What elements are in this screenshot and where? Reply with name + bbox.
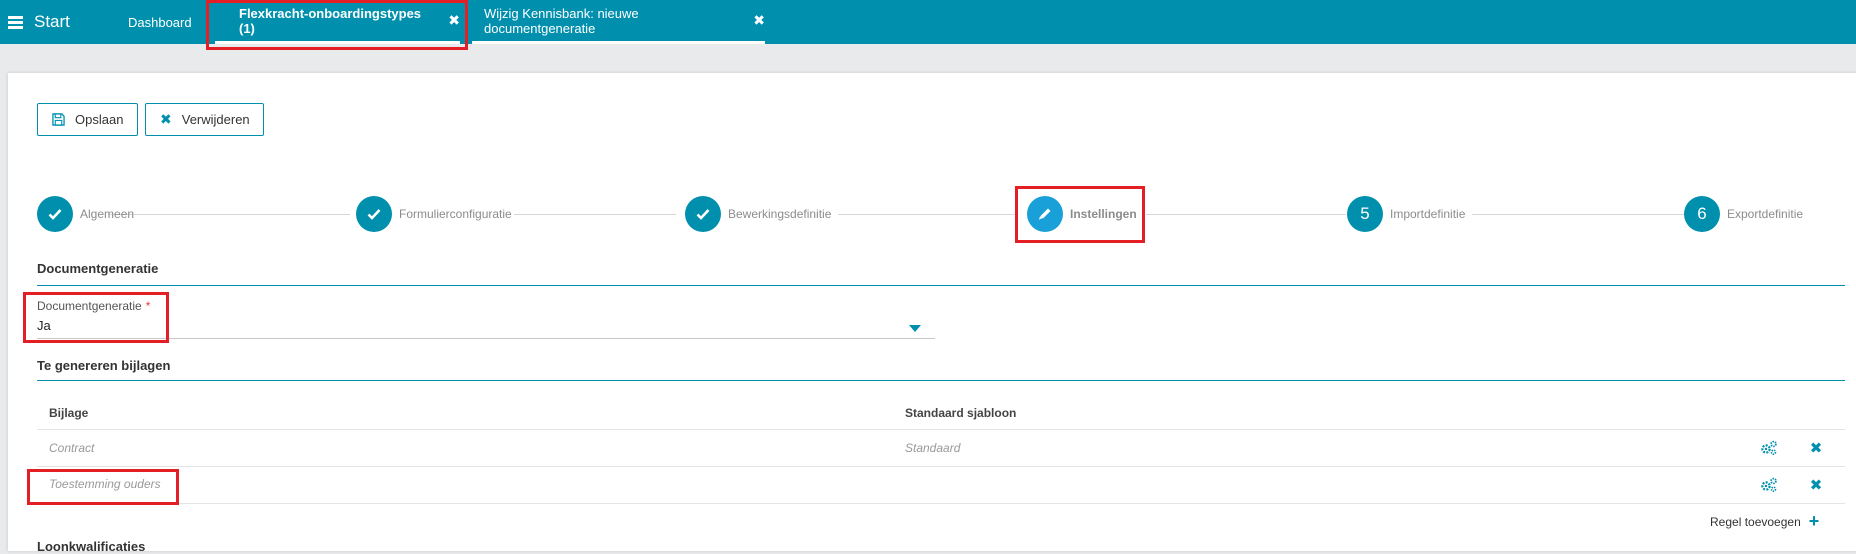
tab-flexkracht-onboardingstypes[interactable]: Flexkracht-onboardingstypes (1) ✖: [215, 0, 460, 44]
chevron-down-icon[interactable]: [909, 325, 921, 332]
stepper-connector: [838, 214, 1018, 215]
step-instellingen[interactable]: Instellingen: [1027, 195, 1137, 233]
save-button-label: Opslaan: [75, 112, 124, 127]
close-icon[interactable]: ✖: [448, 12, 460, 29]
add-row-label: Regel toevoegen: [1710, 514, 1801, 529]
tab-label: Dashboard: [128, 14, 192, 30]
step-formulierconfiguratie[interactable]: Formulierconfiguratie: [356, 195, 512, 233]
delete-button-label: Verwijderen: [181, 112, 250, 127]
step-algemeen[interactable]: Algemeen: [37, 195, 134, 233]
stepper-connector: [514, 214, 676, 215]
section-divider: [37, 380, 1845, 381]
stepper-connector: [1146, 214, 1346, 215]
step-importdefinitie[interactable]: 5 Importdefinitie: [1347, 195, 1465, 233]
required-marker: *: [145, 299, 151, 313]
step-label: Instellingen: [1070, 207, 1137, 221]
step-label: Formulierconfiguratie: [399, 207, 512, 221]
hamburger-icon: [8, 14, 23, 31]
plus-icon: +: [1808, 511, 1820, 531]
documentgeneratie-field-label: Documentgeneratie *: [37, 299, 150, 313]
delete-button[interactable]: ✖ Verwijderen: [145, 103, 264, 136]
check-icon: [356, 196, 392, 232]
close-icon[interactable]: ✖: [1807, 439, 1825, 457]
close-icon: ✖: [160, 111, 172, 127]
step-exportdefinitie[interactable]: 6 Exportdefinitie: [1684, 195, 1803, 233]
step-number: 5: [1347, 196, 1383, 232]
stepper-connector: [1472, 214, 1684, 215]
step-number: 6: [1684, 196, 1720, 232]
save-button[interactable]: Opslaan: [37, 103, 138, 136]
pencil-icon: [1027, 196, 1063, 232]
section-title-documentgeneratie: Documentgeneratie: [37, 261, 159, 276]
section-title-bijlagen: Te genereren bijlagen: [37, 358, 171, 373]
documentgeneratie-select-value[interactable]: Ja: [37, 318, 51, 333]
column-header-standaard-sjabloon: Standaard sjabloon: [905, 406, 1017, 420]
add-row-button[interactable]: Regel toevoegen +: [1710, 511, 1819, 532]
check-icon: [685, 196, 721, 232]
cell-bijlage[interactable]: Toestemming ouders: [49, 477, 161, 491]
tab-wijzig-kennisbank[interactable]: Wijzig Kennisbank: nieuwe documentgenera…: [472, 0, 765, 44]
content-card: Opslaan ✖ Verwijderen Algemeen Formulier…: [8, 73, 1856, 554]
cell-bijlage[interactable]: Contract: [49, 441, 94, 455]
row-separator: [37, 503, 1845, 504]
step-bewerkingsdefinitie[interactable]: Bewerkingsdefinitie: [685, 195, 831, 233]
cell-standaard-sjabloon[interactable]: Standaard: [905, 441, 960, 455]
tab-dashboard[interactable]: Dashboard: [128, 0, 196, 44]
close-icon[interactable]: ✖: [753, 12, 765, 29]
documentgeneratie-select-underline: [37, 338, 935, 339]
tab-label: Flexkracht-onboardingstypes (1): [239, 5, 422, 36]
row-separator: [37, 429, 1845, 430]
check-icon: [37, 196, 73, 232]
column-header-bijlage: Bijlage: [49, 406, 89, 420]
step-label: Exportdefinitie: [1727, 207, 1804, 221]
save-icon: [52, 113, 65, 126]
gears-icon[interactable]: [1760, 439, 1778, 457]
field-label-text: Documentgeneratie: [37, 299, 142, 313]
tab-label: Wijzig Kennisbank: nieuwe documentgenera…: [484, 5, 639, 36]
step-label: Bewerkingsdefinitie: [728, 207, 832, 221]
stepper-connector: [108, 214, 350, 215]
top-navigation-bar: Start Dashboard Flexkracht-onboardingsty…: [0, 0, 1856, 44]
close-icon[interactable]: ✖: [1807, 476, 1825, 494]
section-divider: [37, 285, 1845, 286]
step-label: Algemeen: [80, 207, 135, 221]
start-menu-button[interactable]: Start: [8, 0, 70, 44]
start-label: Start: [34, 12, 70, 31]
row-separator: [37, 466, 1845, 467]
section-title-partial: Loonkwalificaties: [37, 539, 146, 554]
step-label: Importdefinitie: [1390, 207, 1466, 221]
gears-icon[interactable]: [1760, 476, 1778, 494]
